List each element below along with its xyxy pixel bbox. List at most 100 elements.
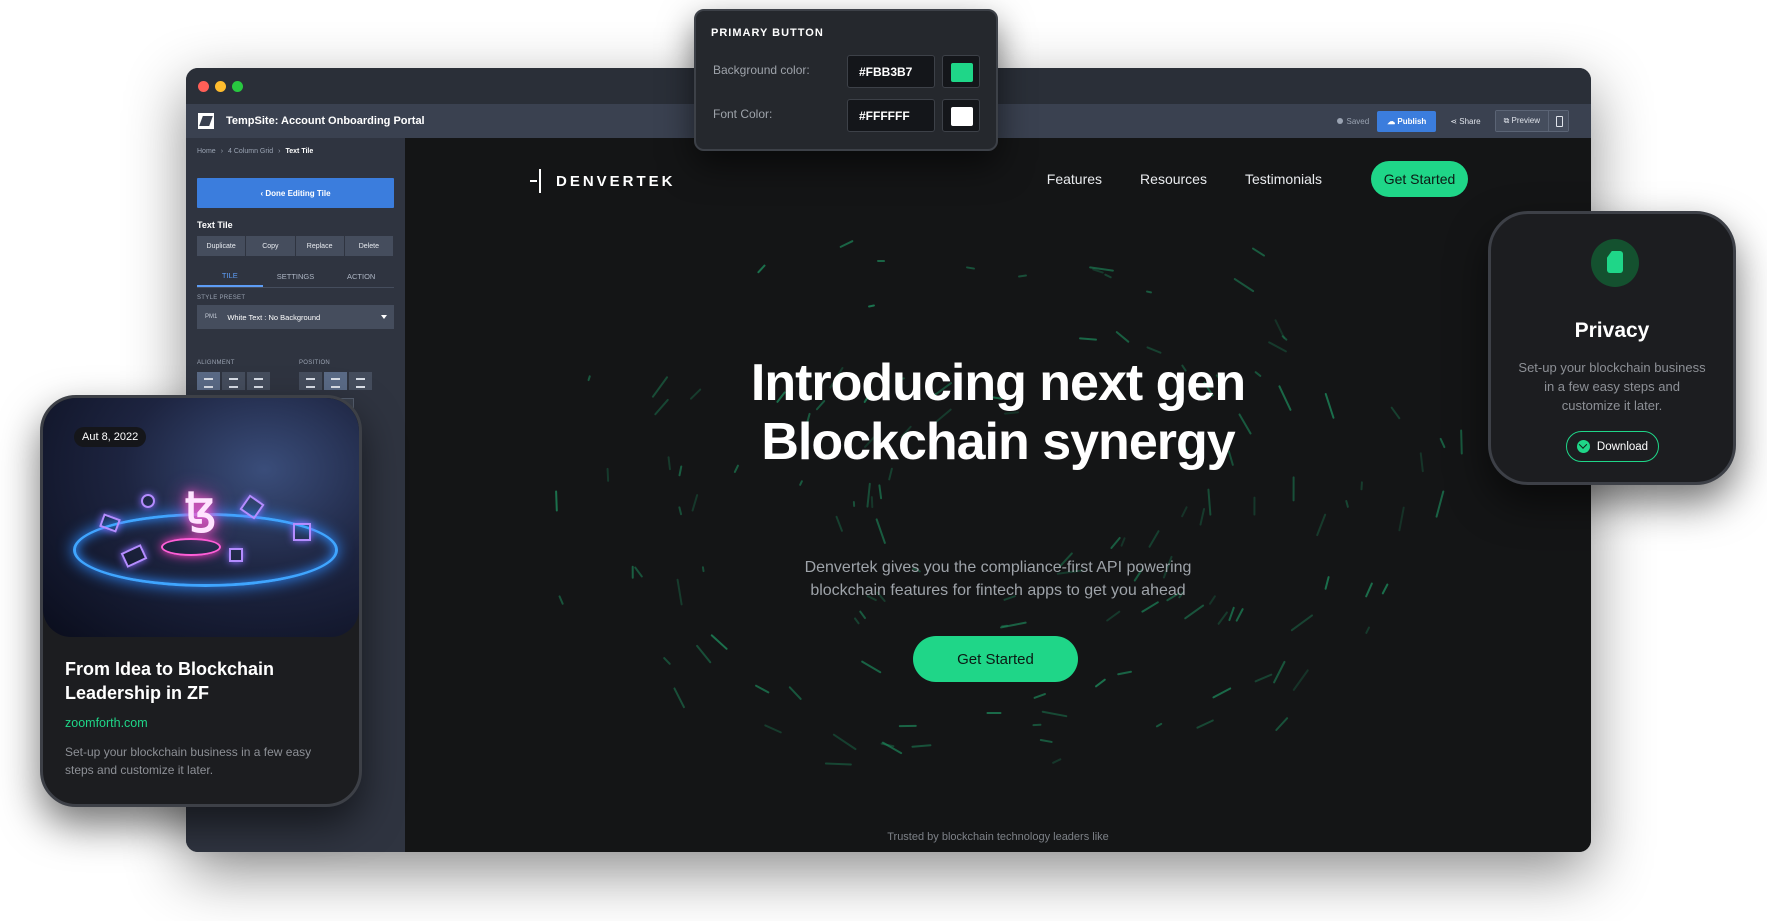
particle	[853, 617, 860, 625]
blog-title-line: From Idea to Blockchain	[65, 659, 275, 679]
particle	[1032, 724, 1042, 727]
background-color-input[interactable]: #FBB3B7	[847, 55, 935, 88]
site-brand[interactable]: DENVERTEK	[530, 169, 676, 193]
copy-button[interactable]: Copy	[246, 236, 296, 256]
particle	[1145, 290, 1152, 294]
preview-group: ⧉ Preview	[1494, 110, 1569, 132]
particle	[673, 687, 686, 709]
particle	[1234, 607, 1244, 623]
font-color-swatch[interactable]	[942, 99, 980, 132]
blog-card-title: From Idea to Blockchain Leadership in ZF	[65, 657, 345, 705]
stage: TempSite: Account Onboarding Portal Save…	[0, 0, 1767, 921]
particle	[1039, 738, 1053, 744]
particle	[1199, 507, 1206, 527]
particle	[910, 744, 932, 748]
particle	[695, 644, 712, 664]
replace-button[interactable]: Replace	[295, 236, 345, 256]
tab-settings[interactable]: SETTINGS	[263, 266, 329, 287]
nav-link-testimonials[interactable]: Testimonials	[1245, 171, 1322, 187]
maximize-window-button[interactable]	[232, 81, 243, 92]
publish-button[interactable]: ☁ Publish	[1377, 110, 1437, 132]
minimize-window-button[interactable]	[215, 81, 226, 92]
hero-get-started-button[interactable]: Get Started	[913, 636, 1078, 682]
duplicate-button[interactable]: Duplicate	[197, 236, 247, 256]
mobile-preview-icon[interactable]	[1548, 111, 1568, 131]
chevron-down-icon	[381, 315, 387, 319]
particle	[710, 633, 728, 651]
particle	[663, 656, 672, 665]
alignment-control	[197, 372, 270, 390]
close-window-button[interactable]	[198, 81, 209, 92]
privacy-title: Privacy	[1574, 319, 1650, 342]
particle	[1094, 678, 1106, 688]
particle	[1115, 330, 1131, 343]
nav-link-resources[interactable]: Resources	[1140, 171, 1207, 187]
tab-tile[interactable]: TILE	[197, 266, 263, 287]
app-title: TempSite: Account Onboarding Portal	[226, 115, 425, 127]
position-middle-icon[interactable]	[324, 372, 347, 390]
blog-card-link[interactable]: zoomforth.com	[65, 716, 148, 730]
style-preset-select[interactable]: PM1 White Text : No Background	[197, 305, 394, 329]
particle	[1292, 475, 1295, 502]
tile-title: Text Tile	[197, 220, 233, 230]
particle	[755, 684, 771, 694]
particle	[839, 240, 854, 249]
particle	[861, 660, 882, 674]
nav-get-started-button[interactable]: Get Started	[1371, 161, 1468, 197]
privacy-icon-circle	[1591, 239, 1639, 287]
particle	[1155, 722, 1163, 728]
sidebar-tabs: TILE SETTINGS ACTION	[197, 266, 394, 288]
toolbar-actions: Saved ☁ Publish ⋖ Share ⧉ Preview	[1336, 110, 1569, 132]
breadcrumb-home[interactable]: Home	[197, 148, 216, 155]
particle	[852, 500, 855, 508]
floating-shape	[229, 548, 243, 562]
particle	[1227, 606, 1235, 622]
particle	[1254, 673, 1273, 683]
preview-label: Preview	[1511, 116, 1540, 125]
blog-card[interactable]: ꜩ Aut 8, 2022 From Idea to Blockchain Le…	[40, 395, 362, 807]
blog-card-description: Set-up your blockchain business in a few…	[65, 745, 312, 777]
position-top-icon[interactable]	[299, 372, 322, 390]
brand-name: DENVERTEK	[556, 172, 676, 190]
particle	[1207, 488, 1212, 516]
floating-shape	[141, 494, 155, 508]
particle	[867, 304, 875, 308]
particle	[986, 711, 1002, 715]
align-right-icon[interactable]	[247, 372, 270, 390]
particle	[1398, 506, 1406, 532]
particle	[1272, 660, 1286, 684]
hero-subtitle-line: blockchain features for fintech apps to …	[810, 582, 1186, 599]
position-label: POSITION	[299, 360, 331, 366]
particle	[881, 741, 903, 755]
delete-button[interactable]: Delete	[344, 236, 394, 256]
particle	[870, 495, 874, 509]
align-center-icon[interactable]	[222, 372, 245, 390]
brand-mark-icon	[530, 169, 546, 193]
breadcrumb-separator: ›	[220, 148, 224, 155]
nav-link-features[interactable]: Features	[1047, 171, 1102, 187]
blog-card-image: ꜩ Aut 8, 2022	[43, 398, 359, 637]
floating-shape	[293, 523, 311, 541]
particle	[875, 517, 887, 545]
particle	[1141, 600, 1160, 613]
background-color-swatch[interactable]	[942, 55, 980, 88]
particle	[798, 480, 803, 487]
position-bottom-icon[interactable]	[349, 372, 372, 390]
done-editing-button[interactable]: ‹ Done Editing Tile	[197, 178, 394, 208]
particle	[966, 266, 976, 270]
font-color-input[interactable]: #FFFFFF	[847, 99, 935, 132]
breadcrumb-grid[interactable]: 4 Column Grid	[228, 148, 273, 155]
align-left-icon[interactable]	[197, 372, 220, 390]
privacy-card: Privacy Set-up your blockchain business …	[1488, 211, 1736, 485]
particle	[825, 762, 852, 766]
preview-button[interactable]: ⧉ Preview	[1495, 111, 1548, 131]
particle	[832, 733, 857, 751]
download-label: Download	[1596, 440, 1649, 453]
share-button[interactable]: ⋖ Share	[1444, 111, 1486, 132]
particle	[876, 260, 885, 263]
particle	[1435, 490, 1445, 518]
tab-action[interactable]: ACTION	[328, 266, 394, 287]
download-button[interactable]: Download	[1566, 431, 1659, 462]
site-nav: Features Resources Testimonials	[1047, 171, 1322, 187]
hero-title-line: Introducing next gen	[750, 354, 1246, 412]
